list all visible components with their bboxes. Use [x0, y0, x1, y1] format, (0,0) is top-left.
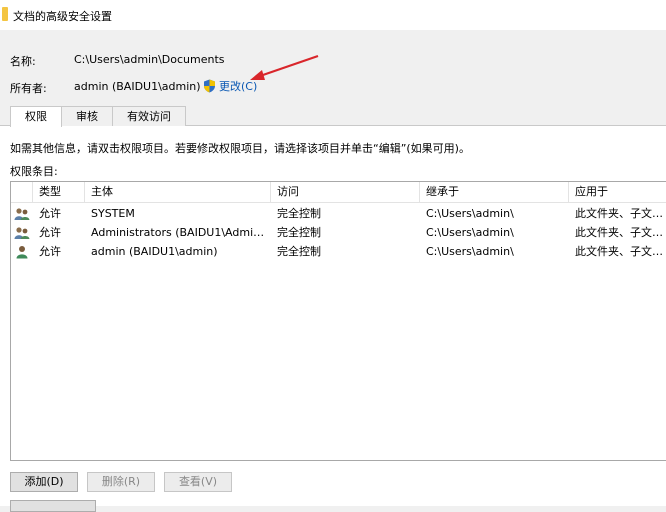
entry-inherited-from: C:\Users\admin\: [426, 207, 514, 220]
name-label: 名称:: [10, 55, 36, 68]
entry-principal: SYSTEM: [91, 207, 135, 220]
uac-shield-icon: [204, 79, 215, 93]
entry-access: 完全控制: [277, 226, 321, 239]
window-title: 文档的高级安全设置: [13, 10, 112, 23]
tab-effective-access[interactable]: 有效访问: [112, 106, 186, 126]
disable-inheritance-button[interactable]: [10, 500, 96, 512]
entry-applies-to: 此文件夹、子文件夹: [575, 226, 666, 239]
action-buttons: 添加(D) 删除(R) 查看(V): [10, 472, 232, 492]
folder-icon: [2, 7, 8, 21]
entry-inherited-from: C:\Users\admin\: [426, 245, 514, 258]
entry-applies-to: 此文件夹、子文件夹: [575, 245, 666, 258]
icon-column-header[interactable]: [11, 182, 33, 202]
column-access[interactable]: 访问: [271, 182, 420, 202]
entry-principal: admin (BAIDU1\admin): [91, 245, 218, 258]
entry-principal: Administrators (BAIDU1\Adminis...: [91, 226, 271, 239]
owner-value: admin (BAIDU1\admin): [74, 80, 201, 93]
column-applies-to[interactable]: 应用于: [569, 182, 666, 202]
column-inherited-from[interactable]: 继承于: [420, 182, 569, 202]
entry-type: 允许: [39, 226, 61, 239]
group-users-icon: [11, 223, 33, 242]
column-type[interactable]: 类型: [33, 182, 85, 202]
tab-strip: 权限 审核 有效访问: [10, 106, 186, 127]
table-row[interactable]: 允许 SYSTEM 完全控制 C:\Users\admin\ 此文件夹、子文件夹: [11, 204, 666, 223]
entry-inherited-from: C:\Users\admin\: [426, 226, 514, 239]
info-text: 如需其他信息，请双击权限项目。若要修改权限项目，请选择该项目并单击“编辑”(如果…: [10, 142, 470, 155]
table-row[interactable]: 允许 Administrators (BAIDU1\Adminis... 完全控…: [11, 223, 666, 242]
permission-entries-list[interactable]: 类型 主体 访问 继承于 应用于 允许 SYSTEM 完全控制 C:\Users…: [10, 181, 666, 461]
table-row[interactable]: 允许 admin (BAIDU1\admin) 完全控制 C:\Users\ad…: [11, 242, 666, 261]
title-bar: 文档的高级安全设置: [0, 0, 666, 30]
single-user-icon: [11, 242, 33, 261]
remove-button[interactable]: 删除(R): [87, 472, 155, 492]
name-value: C:\Users\admin\Documents: [74, 53, 225, 66]
owner-label: 所有者:: [10, 82, 47, 95]
entry-type: 允许: [39, 245, 61, 258]
tab-permissions[interactable]: 权限: [10, 106, 62, 127]
view-button[interactable]: 查看(V): [164, 472, 232, 492]
annotation-arrow-icon: [250, 54, 319, 80]
permission-entries-label: 权限条目:: [10, 165, 58, 178]
entry-access: 完全控制: [277, 207, 321, 220]
entry-type: 允许: [39, 207, 61, 220]
column-principal[interactable]: 主体: [85, 182, 271, 202]
list-header: 类型 主体 访问 继承于 应用于: [11, 182, 666, 203]
entry-applies-to: 此文件夹、子文件夹: [575, 207, 666, 220]
add-button[interactable]: 添加(D): [10, 472, 78, 492]
tab-auditing[interactable]: 审核: [61, 106, 113, 126]
entry-access: 完全控制: [277, 245, 321, 258]
group-users-icon: [11, 204, 33, 223]
